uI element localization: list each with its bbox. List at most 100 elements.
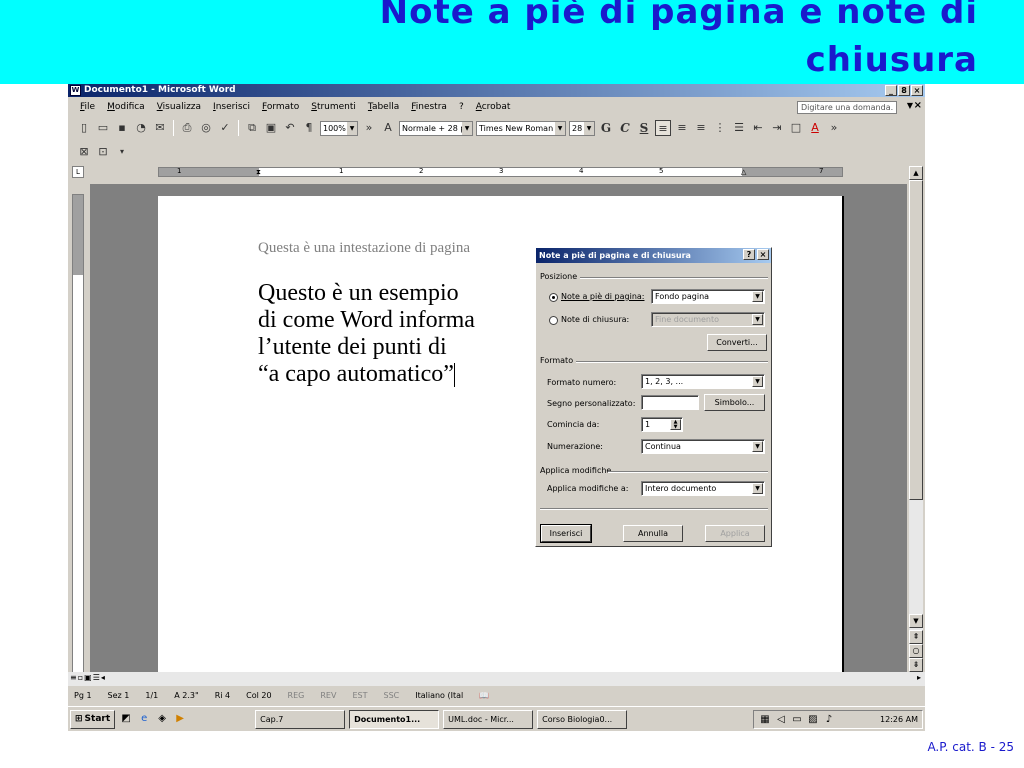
custom-mark-input[interactable] bbox=[641, 395, 699, 410]
task-documento1[interactable]: Documento1... bbox=[349, 709, 440, 729]
permission-icon[interactable]: ◔ bbox=[133, 120, 149, 136]
style-combo[interactable]: Normale + 28 p ▼ bbox=[399, 120, 473, 136]
spinner-arrows-icon[interactable]: ▲ ▼ bbox=[670, 419, 681, 430]
menu-visualizza[interactable]: Visualizza bbox=[151, 98, 207, 116]
chevron-down-icon[interactable]: ▼ bbox=[752, 376, 763, 387]
show-formatting-icon[interactable]: ¶ bbox=[301, 120, 317, 136]
open-folder-icon[interactable]: ▭ bbox=[95, 120, 111, 136]
web-layout-icon[interactable]: ▫ bbox=[78, 673, 83, 682]
media-player-icon[interactable]: ▶ bbox=[173, 712, 187, 726]
status-rec[interactable]: REG bbox=[288, 691, 305, 700]
menu-help[interactable]: ? bbox=[453, 98, 470, 116]
new-document-icon[interactable]: ▯ bbox=[76, 120, 92, 136]
scroll-down-icon[interactable]: ▼ bbox=[909, 614, 923, 628]
scroll-thumb[interactable] bbox=[909, 180, 923, 500]
font-size-combo[interactable]: 28 ▼ bbox=[569, 120, 595, 136]
menu-finestra[interactable]: Finestra bbox=[405, 98, 453, 116]
horizontal-ruler[interactable]: L 1 1 2 3 4 5 7 ⧗ △ bbox=[68, 164, 925, 180]
convert-and-email-icon[interactable]: ⊡ bbox=[95, 144, 111, 160]
align-center-icon[interactable]: ≡ bbox=[674, 120, 690, 136]
convert-to-pdf-icon[interactable]: ⊠ bbox=[76, 144, 92, 160]
browse-object-icon[interactable]: ○ bbox=[909, 644, 923, 658]
scroll-up-icon[interactable]: ▲ bbox=[909, 166, 923, 180]
chevron-down-icon[interactable]: ▼ bbox=[555, 121, 565, 135]
increase-indent-icon[interactable]: ⇥ bbox=[769, 120, 785, 136]
status-rev[interactable]: REV bbox=[320, 691, 336, 700]
chevron-down-icon[interactable]: ▼ bbox=[584, 121, 594, 135]
vertical-ruler[interactable] bbox=[72, 194, 84, 674]
numbering-select[interactable]: Continua ▼ bbox=[641, 439, 765, 454]
display-icon[interactable]: ▭ bbox=[790, 713, 804, 727]
menu-file[interactable]: File bbox=[74, 98, 101, 116]
scroll-left-icon[interactable]: ◂ bbox=[101, 673, 105, 682]
status-language[interactable]: Italiano (Ital bbox=[415, 691, 463, 700]
minimize-button[interactable]: _ bbox=[885, 85, 897, 96]
tab-selector-icon[interactable]: L bbox=[72, 166, 84, 178]
help-question-input[interactable]: Digitare una domanda. bbox=[797, 101, 897, 114]
network-icon[interactable]: ▦ bbox=[758, 713, 772, 727]
start-at-stepper[interactable]: 1 ▲ ▼ bbox=[641, 417, 683, 432]
task-corso-biologia[interactable]: Corso Biologia0... bbox=[537, 709, 628, 729]
outline-view-icon[interactable]: ☰ bbox=[93, 673, 100, 682]
numbering-icon[interactable]: ⋮ bbox=[712, 120, 728, 136]
indent-marker-icon[interactable]: ⧗ bbox=[256, 168, 261, 177]
speaker-icon[interactable]: ♪ bbox=[822, 713, 836, 727]
footnote-label[interactable]: Note a piè di pagina: bbox=[561, 292, 644, 301]
volume-icon[interactable]: ◁ bbox=[774, 713, 788, 727]
footnote-position-select[interactable]: Fondo pagina ▼ bbox=[651, 289, 765, 304]
close-button[interactable]: × bbox=[911, 85, 923, 96]
spelling-status-icon[interactable]: 📖 bbox=[479, 691, 489, 700]
horizontal-scrollbar[interactable]: ≡ ▫ ▣ ☰ ◂ ▸ bbox=[68, 672, 925, 686]
toolbar-options-icon[interactable]: » bbox=[361, 120, 377, 136]
zoom-combo[interactable]: 100% ▼ bbox=[320, 120, 358, 136]
bullets-icon[interactable]: ☰ bbox=[731, 120, 747, 136]
menu-acrobat[interactable]: Acrobat bbox=[470, 98, 517, 116]
decrease-indent-icon[interactable]: ⇤ bbox=[750, 120, 766, 136]
chevron-down-icon[interactable]: ▾ bbox=[114, 144, 130, 160]
toolbar-options-icon[interactable]: » bbox=[826, 120, 842, 136]
save-icon[interactable]: ▪ bbox=[114, 120, 130, 136]
chevron-down-icon[interactable]: ▼ bbox=[347, 121, 357, 135]
symbol-button[interactable]: Simbolo... bbox=[704, 394, 765, 411]
right-indent-marker-icon[interactable]: △ bbox=[741, 168, 746, 176]
document-body-text[interactable]: Questo è un esempio di come Word informa… bbox=[258, 280, 475, 388]
chevron-down-icon[interactable]: ▼ bbox=[752, 441, 763, 452]
chevron-down-icon[interactable]: ▼ bbox=[752, 291, 763, 302]
next-page-icon[interactable]: ⇟ bbox=[909, 658, 923, 672]
print-icon[interactable]: ⎙ bbox=[179, 120, 195, 136]
task-uml-doc[interactable]: UML.doc - Micr... bbox=[443, 709, 534, 729]
endnote-radio[interactable] bbox=[549, 316, 558, 325]
menu-strumenti[interactable]: Strumenti bbox=[305, 98, 362, 116]
menu-formato[interactable]: Formato bbox=[256, 98, 305, 116]
normal-view-icon[interactable]: ≡ bbox=[70, 673, 77, 682]
help-dropdown-icon[interactable]: ▼ bbox=[907, 101, 913, 110]
undo-icon[interactable]: ↶ bbox=[282, 120, 298, 136]
font-color-icon[interactable]: A bbox=[807, 120, 823, 136]
print-layout-icon[interactable]: ▣ bbox=[84, 673, 92, 682]
word-app-icon[interactable]: W bbox=[70, 85, 81, 96]
styles-pane-icon[interactable]: A bbox=[380, 120, 396, 136]
insert-button[interactable]: Inserisci bbox=[540, 524, 592, 543]
ruler-bar[interactable]: 1 1 2 3 4 5 7 ⧗ △ bbox=[158, 167, 843, 177]
endnote-label[interactable]: Note di chiusura: bbox=[561, 315, 629, 324]
menu-tabella[interactable]: Tabella bbox=[362, 98, 405, 116]
bold-button[interactable]: G bbox=[598, 120, 614, 136]
help-icon[interactable]: ? bbox=[743, 249, 755, 260]
menu-modifica[interactable]: Modifica bbox=[101, 98, 151, 116]
cancel-button[interactable]: Annulla bbox=[623, 525, 683, 542]
clock[interactable]: 12:26 AM bbox=[880, 715, 922, 724]
border-icon[interactable]: □ bbox=[788, 120, 804, 136]
start-button[interactable]: ⊞ Start bbox=[70, 709, 116, 729]
underline-button[interactable]: S bbox=[636, 120, 652, 136]
scroll-right-icon[interactable]: ▸ bbox=[917, 673, 921, 682]
number-format-select[interactable]: 1, 2, 3, ... ▼ bbox=[641, 374, 765, 389]
task-cap7[interactable]: Cap.7 bbox=[255, 709, 346, 729]
align-left-icon[interactable]: ≡ bbox=[655, 120, 671, 136]
page-header-text[interactable]: Questa è una intestazione di pagina bbox=[258, 240, 470, 257]
maximize-button[interactable]: 8 bbox=[898, 85, 910, 96]
copy-icon[interactable]: ⧉ bbox=[244, 120, 260, 136]
antivirus-icon[interactable]: ▨ bbox=[806, 713, 820, 727]
previous-page-icon[interactable]: ⇞ bbox=[909, 630, 923, 644]
close-document-icon[interactable]: × bbox=[914, 100, 922, 111]
status-ovr[interactable]: SSC bbox=[383, 691, 399, 700]
